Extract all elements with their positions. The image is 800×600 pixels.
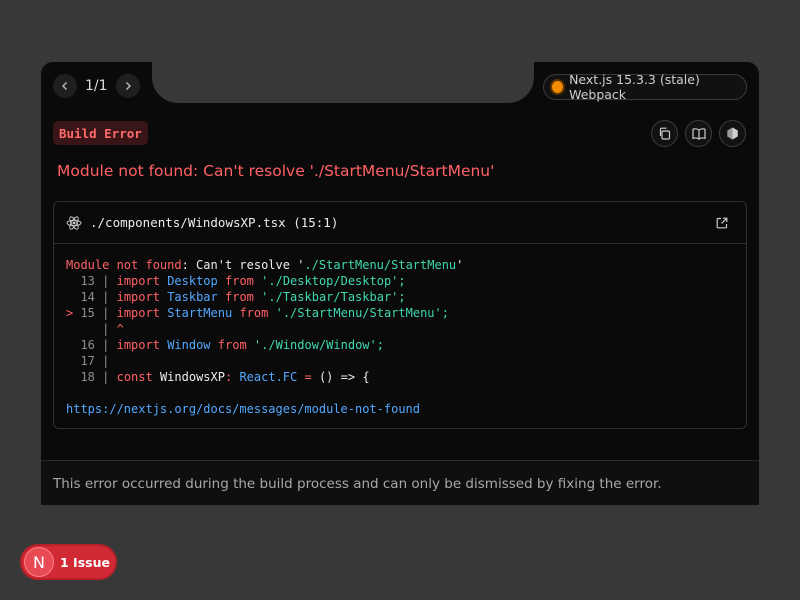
react-icon [66, 215, 82, 230]
code-line: 16 | import Window from './Window/Window… [80, 338, 384, 352]
issues-count-label: 1 Issue [60, 554, 110, 570]
nextjs-button[interactable] [719, 120, 746, 147]
chevron-right-icon [125, 82, 131, 90]
version-label: Next.js 15.3.3 (stale) Webpack [569, 72, 700, 102]
footer-message: This error occurred during the build pro… [53, 476, 662, 492]
card-notch [152, 62, 534, 103]
docs-link[interactable]: https://nextjs.org/docs/messages/module-… [66, 402, 420, 416]
version-badge[interactable]: Next.js 15.3.3 (stale) Webpack [543, 72, 747, 102]
copy-button[interactable] [651, 120, 678, 147]
copy-icon [659, 127, 671, 140]
pager-count: 1/1 [85, 78, 108, 94]
stale-status-dot [552, 81, 564, 93]
nextjs-logo-icon [727, 127, 738, 140]
docs-button[interactable] [685, 120, 712, 147]
docs-book-icon [691, 128, 706, 140]
next-error-button[interactable] [115, 74, 140, 98]
toolbar [651, 120, 746, 147]
nextjs-n-logo-icon: N [24, 547, 54, 577]
error-pager: 1/1 [53, 74, 140, 98]
code-line-highlighted: > 15 | import StartMenu from './StartMen… [66, 306, 449, 320]
code-line: 13 | import Desktop from './Desktop/Desk… [80, 274, 406, 288]
prev-error-button[interactable] [53, 74, 77, 98]
code-frame-header: ./components/WindowsXP.tsx (15:1) [54, 202, 746, 244]
error-footer: This error occurred during the build pro… [41, 460, 759, 505]
code-caret-line: | ^ [66, 322, 124, 336]
code-snippet: Module not found: Can't resolve './Start… [66, 257, 463, 417]
issues-badge-button[interactable]: N 1 Issue [20, 544, 117, 580]
error-title: Module not found: Can't resolve './Start… [57, 162, 495, 180]
chevron-left-icon [62, 82, 67, 90]
file-path: ./components/WindowsXP.tsx (15:1) [90, 215, 339, 230]
code-message: Module not found: Can't resolve './Start… [66, 258, 464, 272]
open-in-editor-button[interactable] [716, 216, 728, 234]
code-line: 18 | const WindowsXP: React.FC = () => { [80, 370, 370, 384]
code-line: 17 | [80, 354, 110, 368]
external-link-icon [716, 217, 728, 229]
code-frame: ./components/WindowsXP.tsx (15:1) Module… [53, 201, 747, 429]
code-line: 14 | import Taskbar from './Taskbar/Task… [80, 290, 406, 304]
build-error-badge: Build Error [53, 121, 148, 145]
